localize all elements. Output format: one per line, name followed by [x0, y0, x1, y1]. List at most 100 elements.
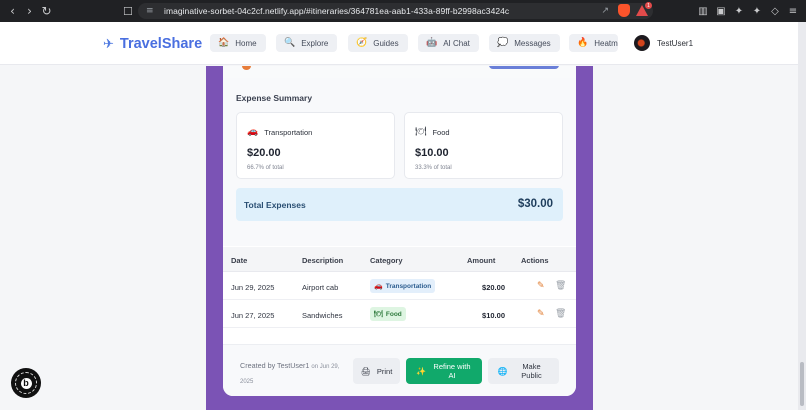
share-icon[interactable]: ↗ — [601, 6, 609, 16]
sidebar-icon[interactable]: ▥ — [696, 3, 710, 19]
cell-date: Jun 27, 2025 — [231, 311, 275, 320]
nav-home[interactable]: 🏠 Home — [210, 34, 266, 52]
column-header-actions: Actions — [521, 256, 549, 265]
badge-letter-icon: b — [20, 377, 32, 389]
category-name: Transportation — [264, 127, 313, 137]
sparkles-icon: ✨ — [416, 366, 426, 376]
created-on: on Jun 29, — [311, 364, 340, 370]
brand-logo[interactable]: ✈ TravelShare — [103, 36, 202, 52]
nav-messages[interactable]: 💭 Messages — [489, 34, 560, 52]
category-name: Food — [432, 127, 450, 137]
trash-icon[interactable]: 🗑 — [555, 281, 566, 291]
section-icon — [242, 66, 251, 70]
print-label: Print — [376, 366, 393, 376]
refine-label: Refine with AI — [433, 362, 471, 380]
browser-nav: ‹ › ↻ — [4, 3, 55, 20]
total-expenses: Total Expenses $30.00 — [236, 188, 563, 221]
nav-label: Home — [235, 38, 257, 48]
created-by-user: Created by TestUser1 — [240, 361, 310, 370]
expenses-table: Date Description Category Amount Actions… — [223, 247, 576, 328]
menu-icon[interactable]: ≡ — [786, 3, 800, 19]
page-scrollbar[interactable] — [798, 22, 806, 410]
add-expense-button[interactable] — [489, 66, 559, 69]
cell-description: Airport cab — [302, 283, 339, 292]
column-header-date: Date — [231, 256, 248, 265]
compass-icon: 🧭 — [356, 38, 368, 48]
nav-explore[interactable]: 🔍 Explore — [276, 34, 338, 52]
created-by: Created by TestUser1 on Jun 29, 2025 — [240, 359, 355, 389]
user-menu[interactable]: TestUser1 — [634, 35, 693, 51]
scrollbar-thumb[interactable] — [800, 362, 804, 406]
browser-toolbar: ‹ › ↻ ☐ ≡ imaginative-sorbet-04c2cf.netl… — [0, 0, 806, 22]
created-year: 2025 — [240, 379, 254, 385]
expense-summary-title: Expense Summary — [236, 93, 313, 103]
edit-icon[interactable]: ✎ — [537, 309, 545, 319]
browser-tools: ▥ ▣ ✦ ✦ ◇ ≡ — [696, 3, 800, 19]
table-header: Date Description Category Amount Actions — [223, 247, 576, 272]
shield-outline-icon[interactable]: ◇ — [768, 3, 782, 19]
fire-icon: 🔥 — [577, 38, 589, 48]
category-percent: 66.7% of total — [247, 165, 284, 171]
address-bar[interactable]: ≡ imaginative-sorbet-04c2cf.netlify.app/… — [138, 3, 653, 19]
plate-icon: 🍽 — [374, 310, 383, 318]
nav-guides[interactable]: 🧭 Guides — [348, 34, 408, 52]
reload-icon[interactable]: ↻ — [38, 3, 55, 20]
nav-label: Messages — [514, 38, 551, 48]
nav-heatmap[interactable]: 🔥 Heatma — [569, 34, 618, 52]
table-row: Jun 29, 2025 Airport cab 🚗 Transportatio… — [223, 272, 576, 300]
site-settings-icon[interactable]: ≡ — [146, 6, 160, 16]
alert-count-badge: 1 — [645, 2, 652, 9]
nav-ai-chat[interactable]: 🤖 AI Chat — [418, 34, 479, 52]
floating-badge[interactable]: b — [11, 368, 41, 398]
nav-label: Heatma — [594, 38, 618, 48]
printer-icon: 🖨 — [360, 366, 371, 376]
card-top-clipped — [223, 66, 576, 78]
nav-label: Explore — [301, 38, 329, 48]
wallet-icon[interactable]: ▣ — [714, 3, 728, 19]
itinerary-card: Expense Summary 🚗 Transportation $20.00 … — [223, 66, 576, 396]
make-public-button[interactable]: 🌐 Make Public — [488, 358, 559, 384]
plane-icon: ✈ — [103, 36, 114, 52]
car-icon: 🚗 — [374, 282, 383, 290]
cell-amount: $10.00 — [482, 311, 505, 320]
brand-name: TravelShare — [119, 36, 203, 52]
total-value: $30.00 — [517, 198, 553, 210]
nav-label: Guides — [373, 38, 399, 48]
extensions-icon[interactable]: ✦ — [732, 3, 746, 19]
avatar — [634, 35, 650, 51]
category-tag-label: Food — [385, 310, 402, 318]
category-tag: 🚗 Transportation — [370, 279, 436, 293]
nav-label: AI Chat — [443, 38, 470, 48]
globe-icon: 🌐 — [497, 366, 508, 376]
car-icon: 🚗 — [247, 127, 259, 137]
table-row: Jun 27, 2025 Sandwiches 🍽 Food $10.00 ✎ … — [223, 300, 576, 328]
edit-icon[interactable]: ✎ — [537, 281, 545, 291]
app-header: ✈ TravelShare 🏠 Home 🔍 Explore 🧭 Guides … — [0, 22, 798, 65]
username: TestUser1 — [657, 38, 694, 48]
refine-with-ai-button[interactable]: ✨ Refine with AI — [406, 358, 482, 384]
home-icon: 🏠 — [218, 38, 230, 48]
brave-shield-icon[interactable] — [618, 4, 630, 17]
expense-summary: Expense Summary 🚗 Transportation $20.00 … — [223, 78, 576, 246]
print-button[interactable]: 🖨 Print — [353, 358, 400, 384]
column-header-category: Category — [370, 256, 403, 265]
back-icon[interactable]: ‹ — [4, 3, 21, 20]
plate-icon: 🍽 — [415, 127, 427, 137]
brave-rewards-icon[interactable]: 1 — [636, 2, 652, 17]
make-public-label: Make Public — [521, 362, 542, 380]
category-tag: 🍽 Food — [370, 307, 406, 321]
chat-bubble-icon: 💭 — [497, 38, 509, 48]
category-tag-label: Transportation — [385, 282, 432, 290]
url-text[interactable]: imaginative-sorbet-04c2cf.netlify.app/#i… — [164, 6, 509, 16]
column-header-description: Description — [302, 256, 344, 265]
forward-icon[interactable]: › — [21, 3, 38, 20]
vpn-icon[interactable]: ✦ — [750, 3, 764, 19]
search-icon: 🔍 — [284, 38, 296, 48]
cell-description: Sandwiches — [302, 311, 343, 320]
trash-icon[interactable]: 🗑 — [555, 309, 566, 319]
robot-icon: 🤖 — [426, 38, 438, 48]
itinerary-footer: Created by TestUser1 on Jun 29, 2025 🖨 P… — [223, 344, 576, 396]
category-amount: $20.00 — [247, 147, 281, 159]
category-percent: 33.3% of total — [415, 165, 452, 171]
bookmark-icon[interactable]: ☐ — [123, 5, 137, 18]
